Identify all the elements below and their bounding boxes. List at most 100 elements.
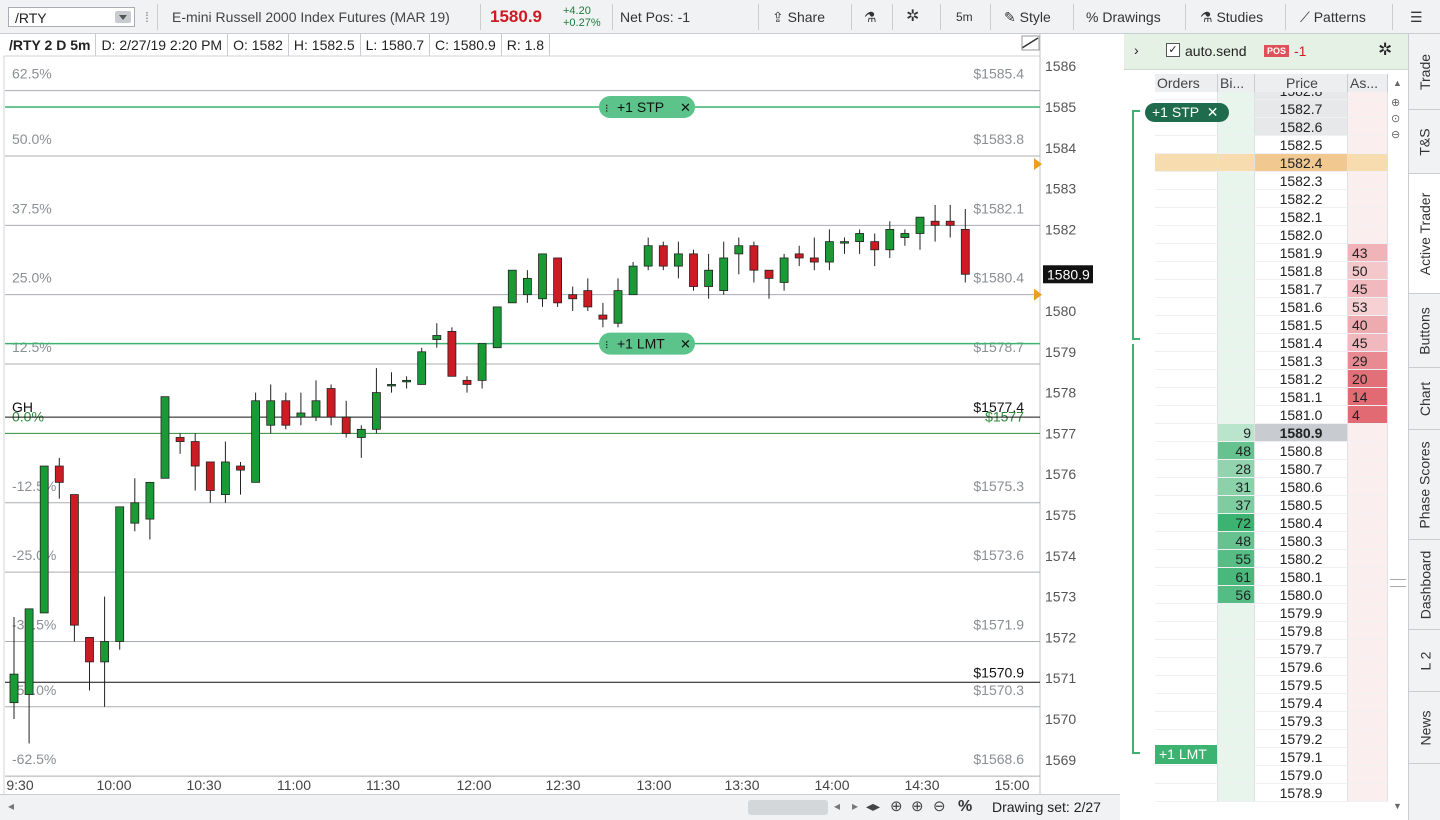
- ladder-price-cell[interactable]: 1582.2: [1255, 190, 1348, 208]
- ladder-ask-cell[interactable]: [1348, 604, 1388, 622]
- ladder-ask-cell[interactable]: 53: [1348, 298, 1388, 316]
- timeframe-button[interactable]: 5m: [956, 0, 973, 34]
- center-icon[interactable]: ⊙: [1391, 112, 1400, 125]
- ladder-ask-cell[interactable]: [1348, 550, 1388, 568]
- ladder-orders-cell[interactable]: [1155, 244, 1218, 262]
- ladder-bid-cell[interactable]: [1218, 406, 1255, 424]
- ladder-orders-cell[interactable]: [1155, 136, 1218, 154]
- tab-trade[interactable]: Trade: [1409, 34, 1440, 110]
- ladder-price-cell[interactable]: 1579.3: [1255, 712, 1348, 730]
- ladder-orders-cell[interactable]: [1155, 280, 1218, 298]
- ladder-price-cell[interactable]: 1580.3: [1255, 532, 1348, 550]
- ladder-orders-cell[interactable]: [1155, 352, 1218, 370]
- ladder-ask-cell[interactable]: 40: [1348, 316, 1388, 334]
- ladder-ask-cell[interactable]: [1348, 640, 1388, 658]
- ladder-ask-cell[interactable]: 20: [1348, 370, 1388, 388]
- ladder-row[interactable]: 37 1580.5: [1155, 496, 1388, 514]
- col-ask[interactable]: As...: [1348, 74, 1388, 92]
- gear-icon[interactable]: ✲: [906, 0, 919, 34]
- ladder-orders-cell[interactable]: [1155, 424, 1218, 442]
- ladder-bid-cell[interactable]: [1218, 136, 1255, 154]
- ladder-row[interactable]: 1581.3 29: [1155, 352, 1388, 370]
- drawing-set-label[interactable]: Drawing set: 2/27: [992, 799, 1101, 815]
- ladder-scrollbar[interactable]: ▲ ⊕ ⊙ ⊖ ▼: [1390, 74, 1406, 816]
- zoom-out-icon[interactable]: ⊖: [933, 797, 946, 815]
- ladder-row[interactable]: 1579.7: [1155, 640, 1388, 658]
- share-button[interactable]: ⇪ Share: [772, 0, 825, 34]
- col-orders[interactable]: Orders: [1155, 74, 1218, 92]
- zoom-out-icon[interactable]: ⊖: [1391, 128, 1400, 141]
- ladder-price-cell[interactable]: 1579.1: [1255, 748, 1348, 766]
- ladder-ask-cell[interactable]: 4: [1348, 406, 1388, 424]
- ladder-orders-cell[interactable]: [1155, 568, 1218, 586]
- ladder-bid-cell[interactable]: [1218, 748, 1255, 766]
- ladder-ask-cell[interactable]: [1348, 532, 1388, 550]
- ladder-orders-cell[interactable]: [1155, 496, 1218, 514]
- scroll-left-icon[interactable]: ◂: [8, 799, 14, 813]
- ladder-row[interactable]: 9 1580.9: [1155, 424, 1388, 442]
- ladder-orders-cell[interactable]: [1155, 514, 1218, 532]
- ladder-ask-cell[interactable]: [1348, 208, 1388, 226]
- ladder-bid-cell[interactable]: [1218, 244, 1255, 262]
- ladder-bid-cell[interactable]: [1218, 262, 1255, 280]
- ladder-row[interactable]: 1582.0: [1155, 226, 1388, 244]
- ladder-row[interactable]: 1581.0 4: [1155, 406, 1388, 424]
- ladder-row[interactable]: 1581.9 43: [1155, 244, 1388, 262]
- ladder-price-cell[interactable]: 1582.6: [1255, 118, 1348, 136]
- ladder-row[interactable]: 1581.8 50: [1155, 262, 1388, 280]
- ladder-bid-cell[interactable]: 55: [1218, 550, 1255, 568]
- ladder-price-cell[interactable]: 1579.0: [1255, 766, 1348, 784]
- ladder-bid-cell[interactable]: [1218, 352, 1255, 370]
- ladder-bid-cell[interactable]: 9: [1218, 424, 1255, 442]
- menu-icon[interactable]: ☰: [1410, 0, 1423, 34]
- ladder-orders-cell[interactable]: [1155, 784, 1218, 802]
- ladder-bid-cell[interactable]: 48: [1218, 532, 1255, 550]
- ladder-row[interactable]: 1581.2 20: [1155, 370, 1388, 388]
- ladder-ask-cell[interactable]: [1348, 154, 1388, 172]
- ladder-orders-cell[interactable]: [1155, 460, 1218, 478]
- ladder-bid-cell[interactable]: [1218, 784, 1255, 802]
- close-icon[interactable]: ✕: [680, 337, 691, 352]
- ladder-row[interactable]: 48 1580.8: [1155, 442, 1388, 460]
- ladder-price-cell[interactable]: 1580.4: [1255, 514, 1348, 532]
- ladder-price-cell[interactable]: 1578.9: [1255, 784, 1348, 802]
- ladder-price-cell[interactable]: 1580.6: [1255, 478, 1348, 496]
- ladder-ask-cell[interactable]: [1348, 730, 1388, 748]
- ladder-orders-cell[interactable]: [1155, 208, 1218, 226]
- ladder-bid-cell[interactable]: [1218, 730, 1255, 748]
- ladder-price-cell[interactable]: 1581.7: [1255, 280, 1348, 298]
- ladder-stop-order[interactable]: +1 STP ✕: [1145, 103, 1229, 122]
- ladder-row[interactable]: 1582.4: [1155, 154, 1388, 172]
- ladder-bid-cell[interactable]: 56: [1218, 586, 1255, 604]
- ladder-orders-cell[interactable]: [1155, 766, 1218, 784]
- ladder-orders-cell[interactable]: [1155, 586, 1218, 604]
- symbol-input[interactable]: /RTY: [8, 7, 135, 27]
- ladder-limit-order[interactable]: +1 LMT: [1155, 745, 1217, 764]
- ladder-ask-cell[interactable]: [1348, 442, 1388, 460]
- ladder-price-cell[interactable]: 1582.3: [1255, 172, 1348, 190]
- ladder-orders-cell[interactable]: [1155, 226, 1218, 244]
- ladder-ask-cell[interactable]: 50: [1348, 262, 1388, 280]
- scroll-thumb[interactable]: [1390, 579, 1406, 587]
- ladder-ask-cell[interactable]: [1348, 658, 1388, 676]
- ladder-row[interactable]: 1581.5 40: [1155, 316, 1388, 334]
- ladder-row[interactable]: 1579.5: [1155, 676, 1388, 694]
- ladder-price-cell[interactable]: 1582.4: [1255, 154, 1348, 172]
- ladder-bid-cell[interactable]: [1218, 334, 1255, 352]
- ladder-bid-cell[interactable]: [1218, 298, 1255, 316]
- ladder-ask-cell[interactable]: [1348, 424, 1388, 442]
- patterns-button[interactable]: ⟋ Patterns: [1300, 0, 1366, 34]
- ladder-orders-cell[interactable]: [1155, 712, 1218, 730]
- flask-icon[interactable]: ⚗: [864, 0, 877, 34]
- close-icon[interactable]: ✕: [680, 100, 691, 115]
- ladder-bid-cell[interactable]: 48: [1218, 442, 1255, 460]
- crosshair-icon[interactable]: ⊕: [890, 797, 903, 815]
- ladder-orders-cell[interactable]: [1155, 334, 1218, 352]
- ladder-orders-cell[interactable]: [1155, 622, 1218, 640]
- ladder-row[interactable]: 1581.6 53: [1155, 298, 1388, 316]
- ladder-ask-cell[interactable]: [1348, 100, 1388, 118]
- ladder-price-cell[interactable]: 1579.6: [1255, 658, 1348, 676]
- ladder-orders-cell[interactable]: [1155, 478, 1218, 496]
- zoom-in-icon[interactable]: ⊕: [911, 797, 924, 815]
- ladder-price-cell[interactable]: 1580.8: [1255, 442, 1348, 460]
